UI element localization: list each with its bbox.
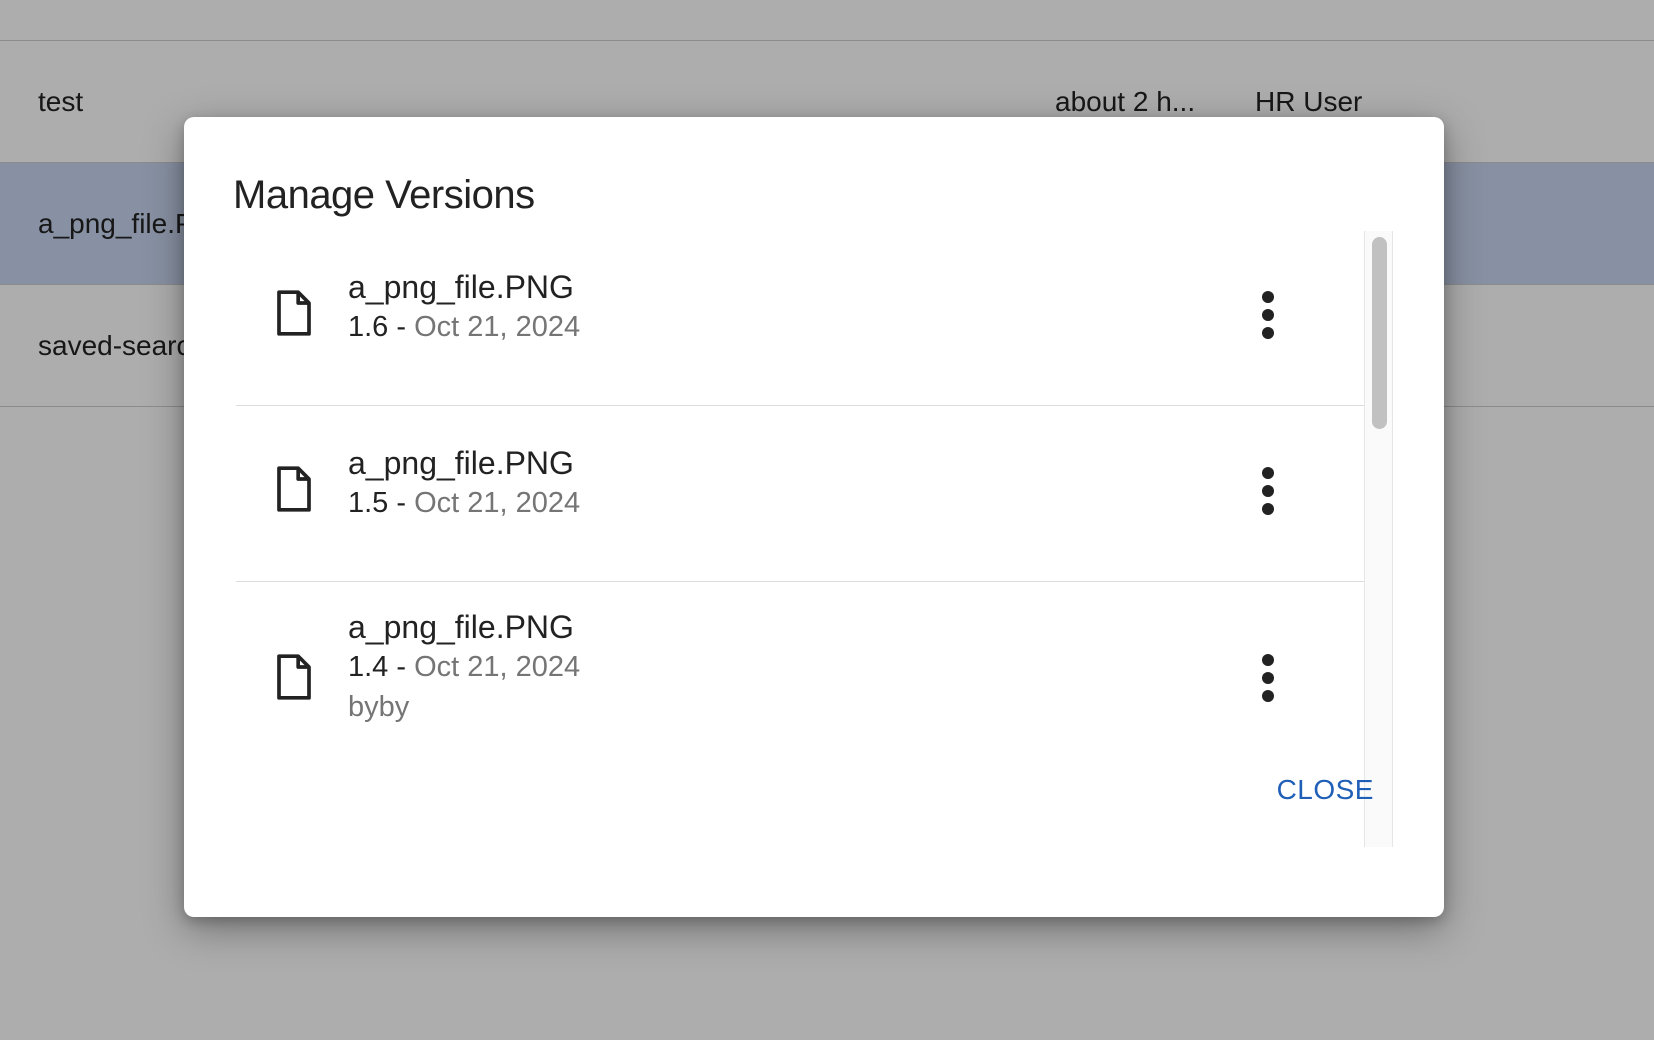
- more-options-button[interactable]: [1246, 463, 1290, 519]
- version-number: 1.4: [348, 651, 389, 683]
- file-icon: [274, 653, 314, 701]
- version-item[interactable]: a_png_file.PNG 1.4 - Oct 21, 2024 byby: [236, 583, 1364, 783]
- version-date: Oct 21, 2024: [414, 487, 581, 519]
- version-separator: -: [388, 311, 415, 343]
- version-list[interactable]: a_png_file.PNG 1.6 - Oct 21, 2024 a_png_…: [236, 231, 1393, 847]
- version-file-name: a_png_file.PNG: [348, 445, 574, 481]
- more-options-button[interactable]: [1246, 650, 1290, 706]
- version-date: Oct 21, 2024: [414, 311, 581, 343]
- more-vertical-icon: [1262, 467, 1274, 515]
- version-meta: 1.6 - Oct 21, 2024: [348, 311, 580, 344]
- version-separator: -: [388, 487, 415, 519]
- more-vertical-icon: [1262, 291, 1274, 339]
- file-icon: [274, 289, 314, 337]
- version-number: 1.5: [348, 487, 389, 519]
- version-meta: 1.5 - Oct 21, 2024: [348, 487, 580, 520]
- version-item[interactable]: a_png_file.PNG 1.5 - Oct 21, 2024: [236, 407, 1364, 582]
- version-file-name: a_png_file.PNG: [348, 269, 574, 305]
- file-icon: [274, 465, 314, 513]
- scrollbar[interactable]: [1364, 231, 1393, 847]
- version-comment: byby: [348, 691, 410, 723]
- version-number: 1.6: [348, 311, 389, 343]
- manage-versions-dialog: Manage Versions a_png_file.PNG 1.6 - Oct…: [184, 117, 1444, 917]
- version-meta: 1.4 - Oct 21, 2024: [348, 651, 580, 684]
- more-options-button[interactable]: [1246, 287, 1290, 343]
- more-vertical-icon: [1262, 654, 1274, 702]
- version-separator: -: [388, 651, 415, 683]
- close-button[interactable]: CLOSE: [1254, 765, 1374, 815]
- version-date: Oct 21, 2024: [414, 651, 581, 683]
- version-item[interactable]: a_png_file.PNG 1.6 - Oct 21, 2024: [236, 231, 1364, 406]
- version-file-name: a_png_file.PNG: [348, 609, 574, 645]
- dialog-title: Manage Versions: [233, 173, 535, 217]
- scrollbar-thumb[interactable]: [1372, 237, 1387, 429]
